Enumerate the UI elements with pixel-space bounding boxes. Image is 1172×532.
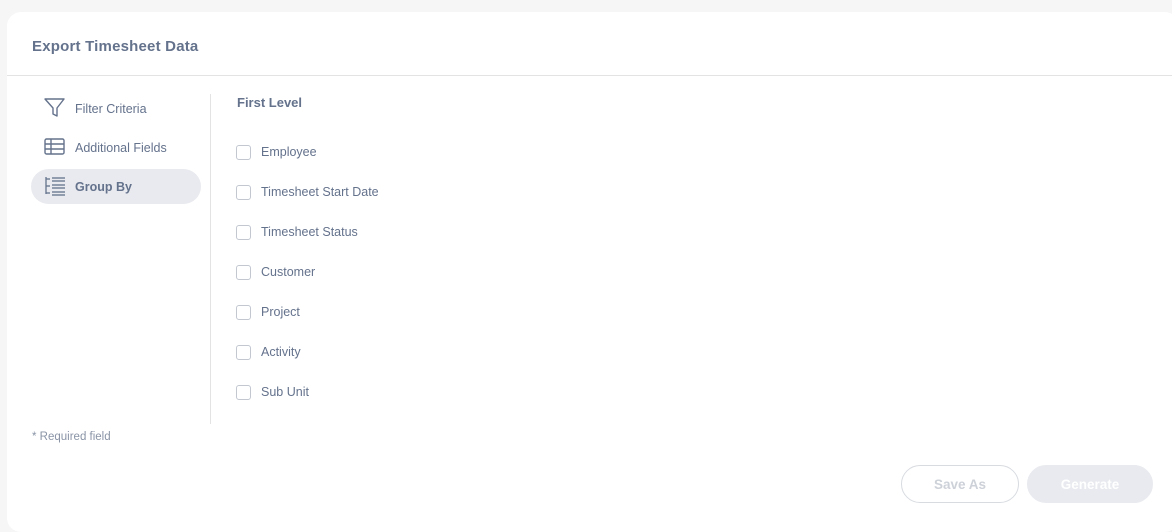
vertical-divider — [210, 94, 211, 424]
option-label: Activity — [261, 345, 301, 359]
sidebar-item-additional-fields[interactable]: Additional Fields — [31, 130, 201, 165]
option-timesheet-status[interactable]: Timesheet Status — [236, 223, 379, 263]
save-as-button[interactable]: Save As — [901, 465, 1019, 503]
option-label: Sub Unit — [261, 385, 309, 399]
timesheet-status-checkbox[interactable] — [236, 225, 251, 240]
header-divider — [7, 75, 1172, 76]
employee-checkbox[interactable] — [236, 145, 251, 160]
timesheet-start-date-checkbox[interactable] — [236, 185, 251, 200]
section-title: First Level — [237, 95, 303, 110]
option-employee[interactable]: Employee — [236, 143, 379, 183]
group-by-icon — [43, 175, 67, 197]
sidebar-item-label: Additional Fields — [75, 140, 167, 155]
sub-unit-checkbox[interactable] — [236, 385, 251, 400]
option-project[interactable]: Project — [236, 303, 379, 343]
option-customer[interactable]: Customer — [236, 263, 379, 303]
sidebar-item-label: Filter Criteria — [75, 101, 147, 116]
export-card: Export Timesheet Data Filter Criteria Ad… — [7, 12, 1172, 532]
sidebar-item-group-by[interactable]: Group By — [31, 169, 201, 204]
sidebar-item-label: Group By — [75, 179, 132, 194]
option-label: Employee — [261, 145, 317, 159]
sidebar-item-filter-criteria[interactable]: Filter Criteria — [31, 91, 201, 126]
group-by-options: Employee Timesheet Start Date Timesheet … — [236, 143, 379, 423]
option-activity[interactable]: Activity — [236, 343, 379, 383]
activity-checkbox[interactable] — [236, 345, 251, 360]
sidebar: Filter Criteria Additional Fields Group … — [31, 91, 201, 208]
required-field-note: * Required field — [32, 431, 111, 443]
table-icon — [43, 136, 67, 158]
filter-icon — [43, 97, 67, 119]
option-label: Project — [261, 305, 300, 319]
option-timesheet-start-date[interactable]: Timesheet Start Date — [236, 183, 379, 223]
option-sub-unit[interactable]: Sub Unit — [236, 383, 379, 423]
customer-checkbox[interactable] — [236, 265, 251, 280]
option-label: Timesheet Start Date — [261, 185, 379, 199]
option-label: Customer — [261, 265, 316, 279]
project-checkbox[interactable] — [236, 305, 251, 320]
option-label: Timesheet Status — [261, 225, 358, 239]
generate-button[interactable]: Generate — [1027, 465, 1153, 503]
page-title: Export Timesheet Data — [32, 38, 199, 55]
